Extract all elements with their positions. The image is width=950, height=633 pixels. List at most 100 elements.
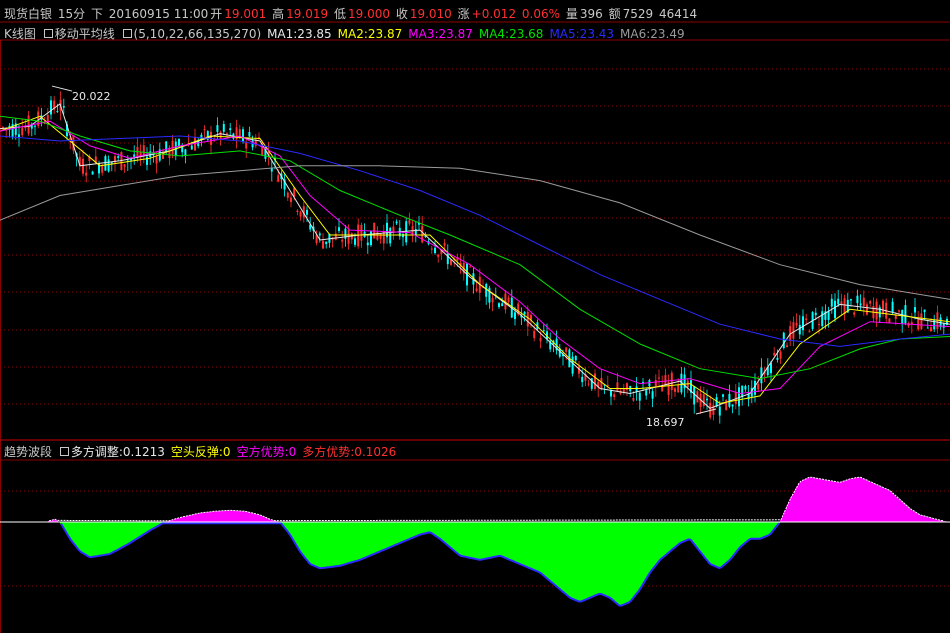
candle-body-63 bbox=[203, 128, 206, 131]
candle-body-288 bbox=[923, 309, 926, 313]
candle-body-249 bbox=[798, 324, 801, 335]
candle-body-93 bbox=[299, 211, 302, 217]
candle-body-244 bbox=[782, 332, 785, 349]
candle-body-5 bbox=[18, 134, 20, 138]
candle-body-138 bbox=[443, 243, 446, 246]
candle-body-267 bbox=[856, 295, 859, 304]
candle-body-55 bbox=[178, 139, 180, 147]
candle-body-265 bbox=[850, 299, 852, 301]
candle-body-183 bbox=[587, 383, 590, 385]
candle-body-243 bbox=[779, 351, 782, 359]
candle-body-251 bbox=[805, 318, 808, 320]
ma-line-MA5 bbox=[0, 135, 950, 347]
candle-body-275 bbox=[882, 300, 884, 315]
candle-body-44 bbox=[142, 145, 145, 156]
candle-body-125 bbox=[402, 233, 404, 238]
candle-body-220 bbox=[706, 398, 708, 401]
candle-body-25 bbox=[82, 158, 84, 174]
candle-body-278 bbox=[891, 301, 894, 313]
candle-body-104 bbox=[334, 233, 337, 240]
candle-body-252 bbox=[808, 331, 811, 333]
candle-body-100 bbox=[322, 240, 324, 249]
candle-body-90 bbox=[290, 197, 292, 203]
candle-body-294 bbox=[942, 323, 945, 328]
candle-body-189 bbox=[606, 384, 609, 386]
candle-body-163 bbox=[523, 311, 526, 315]
candle-body-71 bbox=[229, 128, 232, 131]
candle-body-70 bbox=[226, 133, 228, 135]
candle-body-77 bbox=[248, 132, 251, 137]
candle-body-287 bbox=[920, 313, 923, 329]
candle-body-68 bbox=[219, 131, 222, 139]
candle-body-280 bbox=[898, 310, 900, 312]
candle-body-112 bbox=[360, 224, 363, 241]
moving-average-lines bbox=[0, 103, 950, 409]
candle-body-148 bbox=[475, 288, 478, 292]
candle-body-279 bbox=[894, 315, 897, 319]
ma-line-MA1 bbox=[0, 103, 950, 409]
candle-body-241 bbox=[773, 352, 776, 356]
candle-body-228 bbox=[731, 404, 734, 407]
candle-body-33 bbox=[107, 159, 110, 172]
candle-body-89 bbox=[286, 192, 289, 198]
candle-body-216 bbox=[693, 386, 696, 405]
candle-body-210 bbox=[674, 388, 676, 392]
candle-body-115 bbox=[370, 230, 372, 246]
candle-body-203 bbox=[651, 391, 654, 399]
candle-body-67 bbox=[216, 125, 219, 132]
candle-body-8 bbox=[27, 115, 30, 134]
candle-body-166 bbox=[533, 330, 536, 339]
candle-body-26 bbox=[85, 172, 88, 176]
candle-body-277 bbox=[888, 318, 891, 323]
candle-body-281 bbox=[901, 309, 904, 325]
candle-body-284 bbox=[910, 322, 913, 325]
candle-body-231 bbox=[741, 385, 744, 398]
ma-line-MA2 bbox=[0, 115, 950, 404]
candle-body-290 bbox=[930, 327, 932, 332]
candle-body-123 bbox=[395, 221, 398, 224]
candle-body-38 bbox=[123, 164, 126, 167]
candle-body-6 bbox=[21, 128, 24, 136]
candle-body-256 bbox=[821, 311, 824, 326]
candle-body-263 bbox=[843, 298, 846, 315]
candle-body-168 bbox=[539, 337, 542, 342]
candle-body-152 bbox=[488, 287, 491, 303]
candle-body-179 bbox=[574, 356, 577, 361]
candle-body-114 bbox=[366, 242, 369, 246]
ma-line-MA3 bbox=[0, 120, 950, 395]
candle-body-92 bbox=[296, 210, 299, 213]
candle-body-158 bbox=[507, 297, 510, 303]
candle-body-209 bbox=[670, 372, 673, 391]
candle-body-56 bbox=[181, 147, 184, 153]
chart-canvas[interactable]: 20.022 18.697 bbox=[0, 0, 950, 633]
candle-body-101 bbox=[325, 241, 328, 245]
candle-body-121 bbox=[389, 228, 392, 244]
candle-body-15 bbox=[50, 100, 52, 115]
candle-body-266 bbox=[853, 312, 856, 315]
candle-body-207 bbox=[664, 375, 667, 386]
candle-body-245 bbox=[786, 345, 788, 348]
candle-body-134 bbox=[430, 248, 433, 250]
candle-body-270 bbox=[866, 304, 868, 315]
candle-body-268 bbox=[859, 303, 862, 306]
candle-body-250 bbox=[802, 316, 804, 331]
candle-body-261 bbox=[837, 298, 840, 305]
candle-body-199 bbox=[638, 392, 641, 401]
candle-body-258 bbox=[827, 311, 830, 320]
candle-body-282 bbox=[904, 305, 907, 324]
candle-body-185 bbox=[594, 373, 596, 389]
candle-body-181 bbox=[581, 376, 584, 383]
candle-body-75 bbox=[242, 129, 244, 142]
candle-body-219 bbox=[702, 394, 705, 407]
candle-body-164 bbox=[526, 311, 529, 327]
candle-body-211 bbox=[677, 385, 680, 393]
candle-body-10 bbox=[34, 125, 36, 127]
candle-body-254 bbox=[814, 312, 817, 316]
candle-body-160 bbox=[514, 312, 516, 320]
candle-body-86 bbox=[277, 175, 280, 182]
annotation-label-0: 20.022 bbox=[72, 90, 111, 103]
candlesticks bbox=[2, 91, 948, 424]
candle-body-155 bbox=[498, 303, 500, 308]
oscillator-area bbox=[0, 476, 950, 607]
candle-body-99 bbox=[318, 233, 321, 236]
